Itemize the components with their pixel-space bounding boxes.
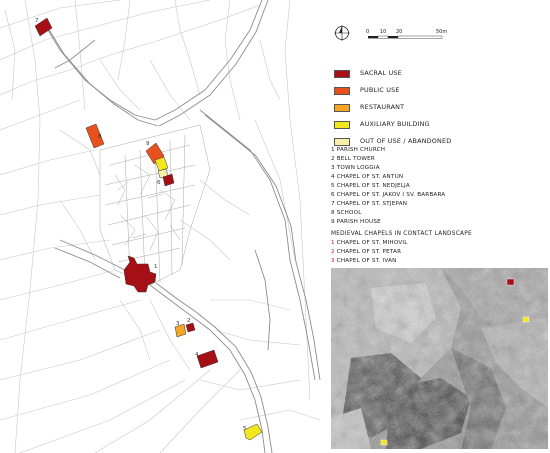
building-1-parish-church	[123, 255, 157, 293]
list-item: 7 CHAPEL OF ST. STJEPAN	[331, 201, 408, 207]
label-3: 3	[176, 321, 180, 327]
list-item: 4 CHAPEL OF ST. ANTUN	[331, 174, 404, 180]
medieval-chapels-key: MEDIEVAL CHAPELS IN CONTACT LANDSCAPE 1 …	[331, 230, 546, 266]
chapel-num: 3	[331, 258, 335, 264]
legend-label-auxiliary: AUXILIARY BUILDING	[360, 120, 430, 128]
scale-tick-10: 10	[380, 29, 386, 35]
building-5-chapel-st-nedjelja	[243, 423, 263, 441]
label-1: 1	[154, 264, 158, 270]
land-use-legend: SACRAL USE PUBLIC USE RESTAURANT AUXILIA…	[333, 69, 543, 155]
label-5: 5	[243, 426, 247, 432]
list-item: 8 SCHOOL	[331, 210, 362, 216]
legend-label-restaurant: RESTAURANT	[360, 103, 405, 111]
aerial-photo-image	[331, 268, 548, 449]
chapel-item-3: 3 CHAPEL OF ST. IVAN	[331, 257, 546, 266]
medieval-chapels-title: MEDIEVAL CHAPELS IN CONTACT LANDSCAPE	[331, 231, 472, 237]
building-2-bell-tower	[185, 322, 196, 333]
list-item: 5 CHAPEL OF ST. NEDJELJA	[331, 183, 410, 189]
photo-marker-1	[506, 278, 515, 286]
legend-swatch-restaurant	[334, 104, 350, 112]
aerial-landscape-photo	[331, 268, 548, 449]
chapel-label: CHAPEL OF ST. MIHOVIL	[336, 240, 408, 246]
chapel-item-1: 1 CHAPEL OF ST. MIHOVIL	[331, 239, 546, 248]
building-4-chapel-st-antun	[196, 349, 219, 369]
list-item: 6 CHAPEL OF ST. JAKOV I SV. BARBARA	[331, 192, 446, 198]
photo-marker-3	[380, 439, 388, 446]
north-arrow-icon	[334, 25, 350, 41]
scale-bar: 0 10 20 50m	[366, 29, 447, 39]
road-network	[44, 0, 321, 453]
chapel-label: CHAPEL OF ST. PETAR	[336, 249, 402, 255]
legend-swatch-sacral	[334, 70, 350, 78]
parcel-lines	[0, 0, 321, 453]
building-key-list: 1 PARISH CHURCH 2 BELL TOWER 3 TOWN LOGG…	[331, 146, 546, 227]
legend-swatch-public	[334, 87, 350, 95]
legend-item-restaurant: RESTAURANT	[333, 103, 543, 121]
scale-tick-0: 0	[366, 29, 369, 35]
label-8: 8	[98, 134, 102, 140]
buildings	[34, 17, 263, 441]
legend-label-abandoned: OUT OF USE / ABANDONED	[360, 137, 452, 145]
list-item: 1 PARISH CHURCH	[331, 147, 386, 153]
legend-item-auxiliary: AUXILIARY BUILDING	[333, 120, 543, 138]
scale-tick-20: 20	[396, 29, 402, 35]
chapel-label: CHAPEL OF ST. IVAN	[336, 258, 397, 264]
scale-end-label: 50m	[436, 29, 447, 35]
label-9: 9	[146, 141, 150, 147]
label-6: 6	[157, 180, 161, 186]
chapel-num: 2	[331, 249, 335, 255]
legend-swatch-abandoned	[334, 138, 350, 146]
list-item: 3 TOWN LOGGIA	[331, 165, 380, 171]
photo-marker-2	[522, 316, 530, 323]
legend-item-public: PUBLIC USE	[333, 86, 543, 104]
label-4: 4	[195, 352, 199, 358]
legend-swatch-auxiliary	[334, 121, 350, 129]
legend-item-sacral: SACRAL USE	[333, 69, 543, 87]
list-item: 2 BELL TOWER	[331, 156, 375, 162]
legend-label-sacral: SACRAL USE	[360, 69, 402, 77]
chapel-item-2: 2 CHAPEL OF ST. PETAR	[331, 248, 546, 257]
legend-label-public: PUBLIC USE	[360, 86, 400, 94]
label-7: 7	[35, 18, 39, 24]
label-2: 2	[187, 318, 191, 324]
chapel-num: 1	[331, 240, 335, 246]
building-labels: 7 8 9 6 1 3 2 4 5	[35, 18, 247, 432]
list-item: 9 PARISH HOUSE	[331, 219, 381, 225]
